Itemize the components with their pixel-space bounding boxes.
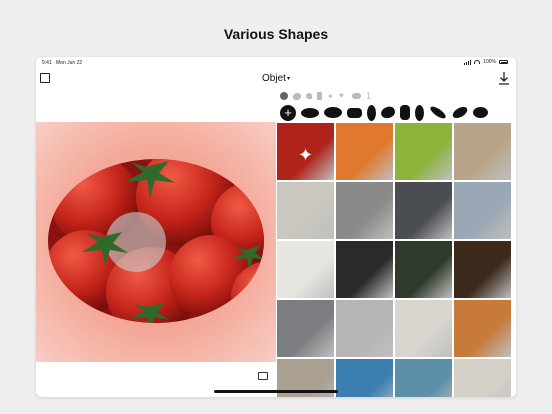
photo-tile-whipped-cream[interactable]	[277, 241, 334, 298]
shape-rounded-square[interactable]	[400, 105, 410, 120]
shape-lemon[interactable]	[473, 107, 488, 118]
title-menu[interactable]: Objet▾	[36, 73, 516, 84]
photo-tile-croissant[interactable]	[454, 241, 511, 298]
photo-tile-apricots[interactable]	[336, 123, 393, 180]
shape-pebble[interactable]	[379, 105, 397, 120]
masked-photo	[48, 159, 264, 323]
drop-category-icon[interactable]	[306, 93, 312, 99]
photo-tile-textured-tile[interactable]	[336, 300, 393, 357]
battery-percent: 100%	[483, 59, 496, 65]
shape-oval-tall[interactable]	[367, 104, 376, 121]
shape-rounded-rect[interactable]	[347, 107, 362, 118]
photo-tile-blueberries-glass[interactable]	[395, 182, 452, 239]
heart-category-icon[interactable]: ♥	[339, 92, 347, 100]
cloud-category-icon[interactable]	[352, 93, 361, 99]
tablet-screen: 9:41 Mon Jun 22 100% Objet▾ ✦ ♥ 1 + ✦	[36, 57, 516, 397]
shape-ellipse-tilted[interactable]	[450, 104, 470, 121]
photo-tile-building[interactable]	[454, 123, 511, 180]
shape-row: +	[280, 104, 488, 121]
shape-ellipse-wide-2[interactable]	[324, 107, 342, 118]
shape-oval-tall-2[interactable]	[415, 104, 424, 121]
shape-canvas[interactable]	[36, 122, 276, 362]
shape-leaf[interactable]	[428, 104, 448, 121]
page-title: Objet	[262, 73, 286, 84]
wifi-icon	[474, 60, 481, 64]
blob-category-icon[interactable]	[293, 92, 301, 100]
sparkle-icon: ✦	[298, 145, 314, 165]
shape-ellipse-wide[interactable]	[301, 107, 319, 118]
status-right: 100%	[464, 59, 508, 65]
photo-tile-pasta-plate[interactable]	[336, 241, 393, 298]
photo-tile-pool-water[interactable]	[395, 359, 452, 397]
battery-icon	[499, 60, 508, 64]
photo-tile-paper-bag[interactable]	[395, 300, 452, 357]
shape-category-row: ✦ ♥ 1	[280, 91, 372, 101]
toolbar: Objet▾	[36, 69, 516, 89]
chevron-down-icon: ▾	[286, 76, 290, 82]
photo-tile-bed-sheets[interactable]	[277, 182, 334, 239]
rectangle-category-icon[interactable]	[317, 92, 322, 100]
shape-picker-panel: ✦ ♥ 1 +	[276, 89, 516, 397]
status-time: 9:41	[42, 60, 52, 66]
photo-tile-airplane-window[interactable]	[454, 182, 511, 239]
photo-tile-green-apples[interactable]	[395, 123, 452, 180]
photo-tile-sunset-water[interactable]	[454, 300, 511, 357]
download-icon[interactable]	[498, 71, 510, 85]
number-one-icon[interactable]: 1	[366, 91, 372, 101]
photo-tile-concrete-wall[interactable]	[277, 300, 334, 357]
circle-category-icon[interactable]	[280, 92, 288, 100]
signal-icon	[464, 59, 472, 65]
photo-tile-pool-tiles[interactable]	[336, 359, 393, 397]
status-bar: 9:41 Mon Jun 22 100%	[36, 57, 516, 69]
status-date: Mon Jun 22	[56, 60, 83, 66]
home-indicator	[214, 390, 338, 393]
headline: Various Shapes	[223, 26, 329, 42]
sparkle-category-icon[interactable]: ✦	[327, 92, 334, 100]
add-shape-button[interactable]: +	[280, 104, 296, 121]
photo-tile-gray-fabric[interactable]	[336, 182, 393, 239]
photo-tile-exit-sign[interactable]	[395, 241, 452, 298]
photo-tile-bag[interactable]	[454, 359, 511, 397]
gallery-button[interactable]	[255, 368, 271, 384]
